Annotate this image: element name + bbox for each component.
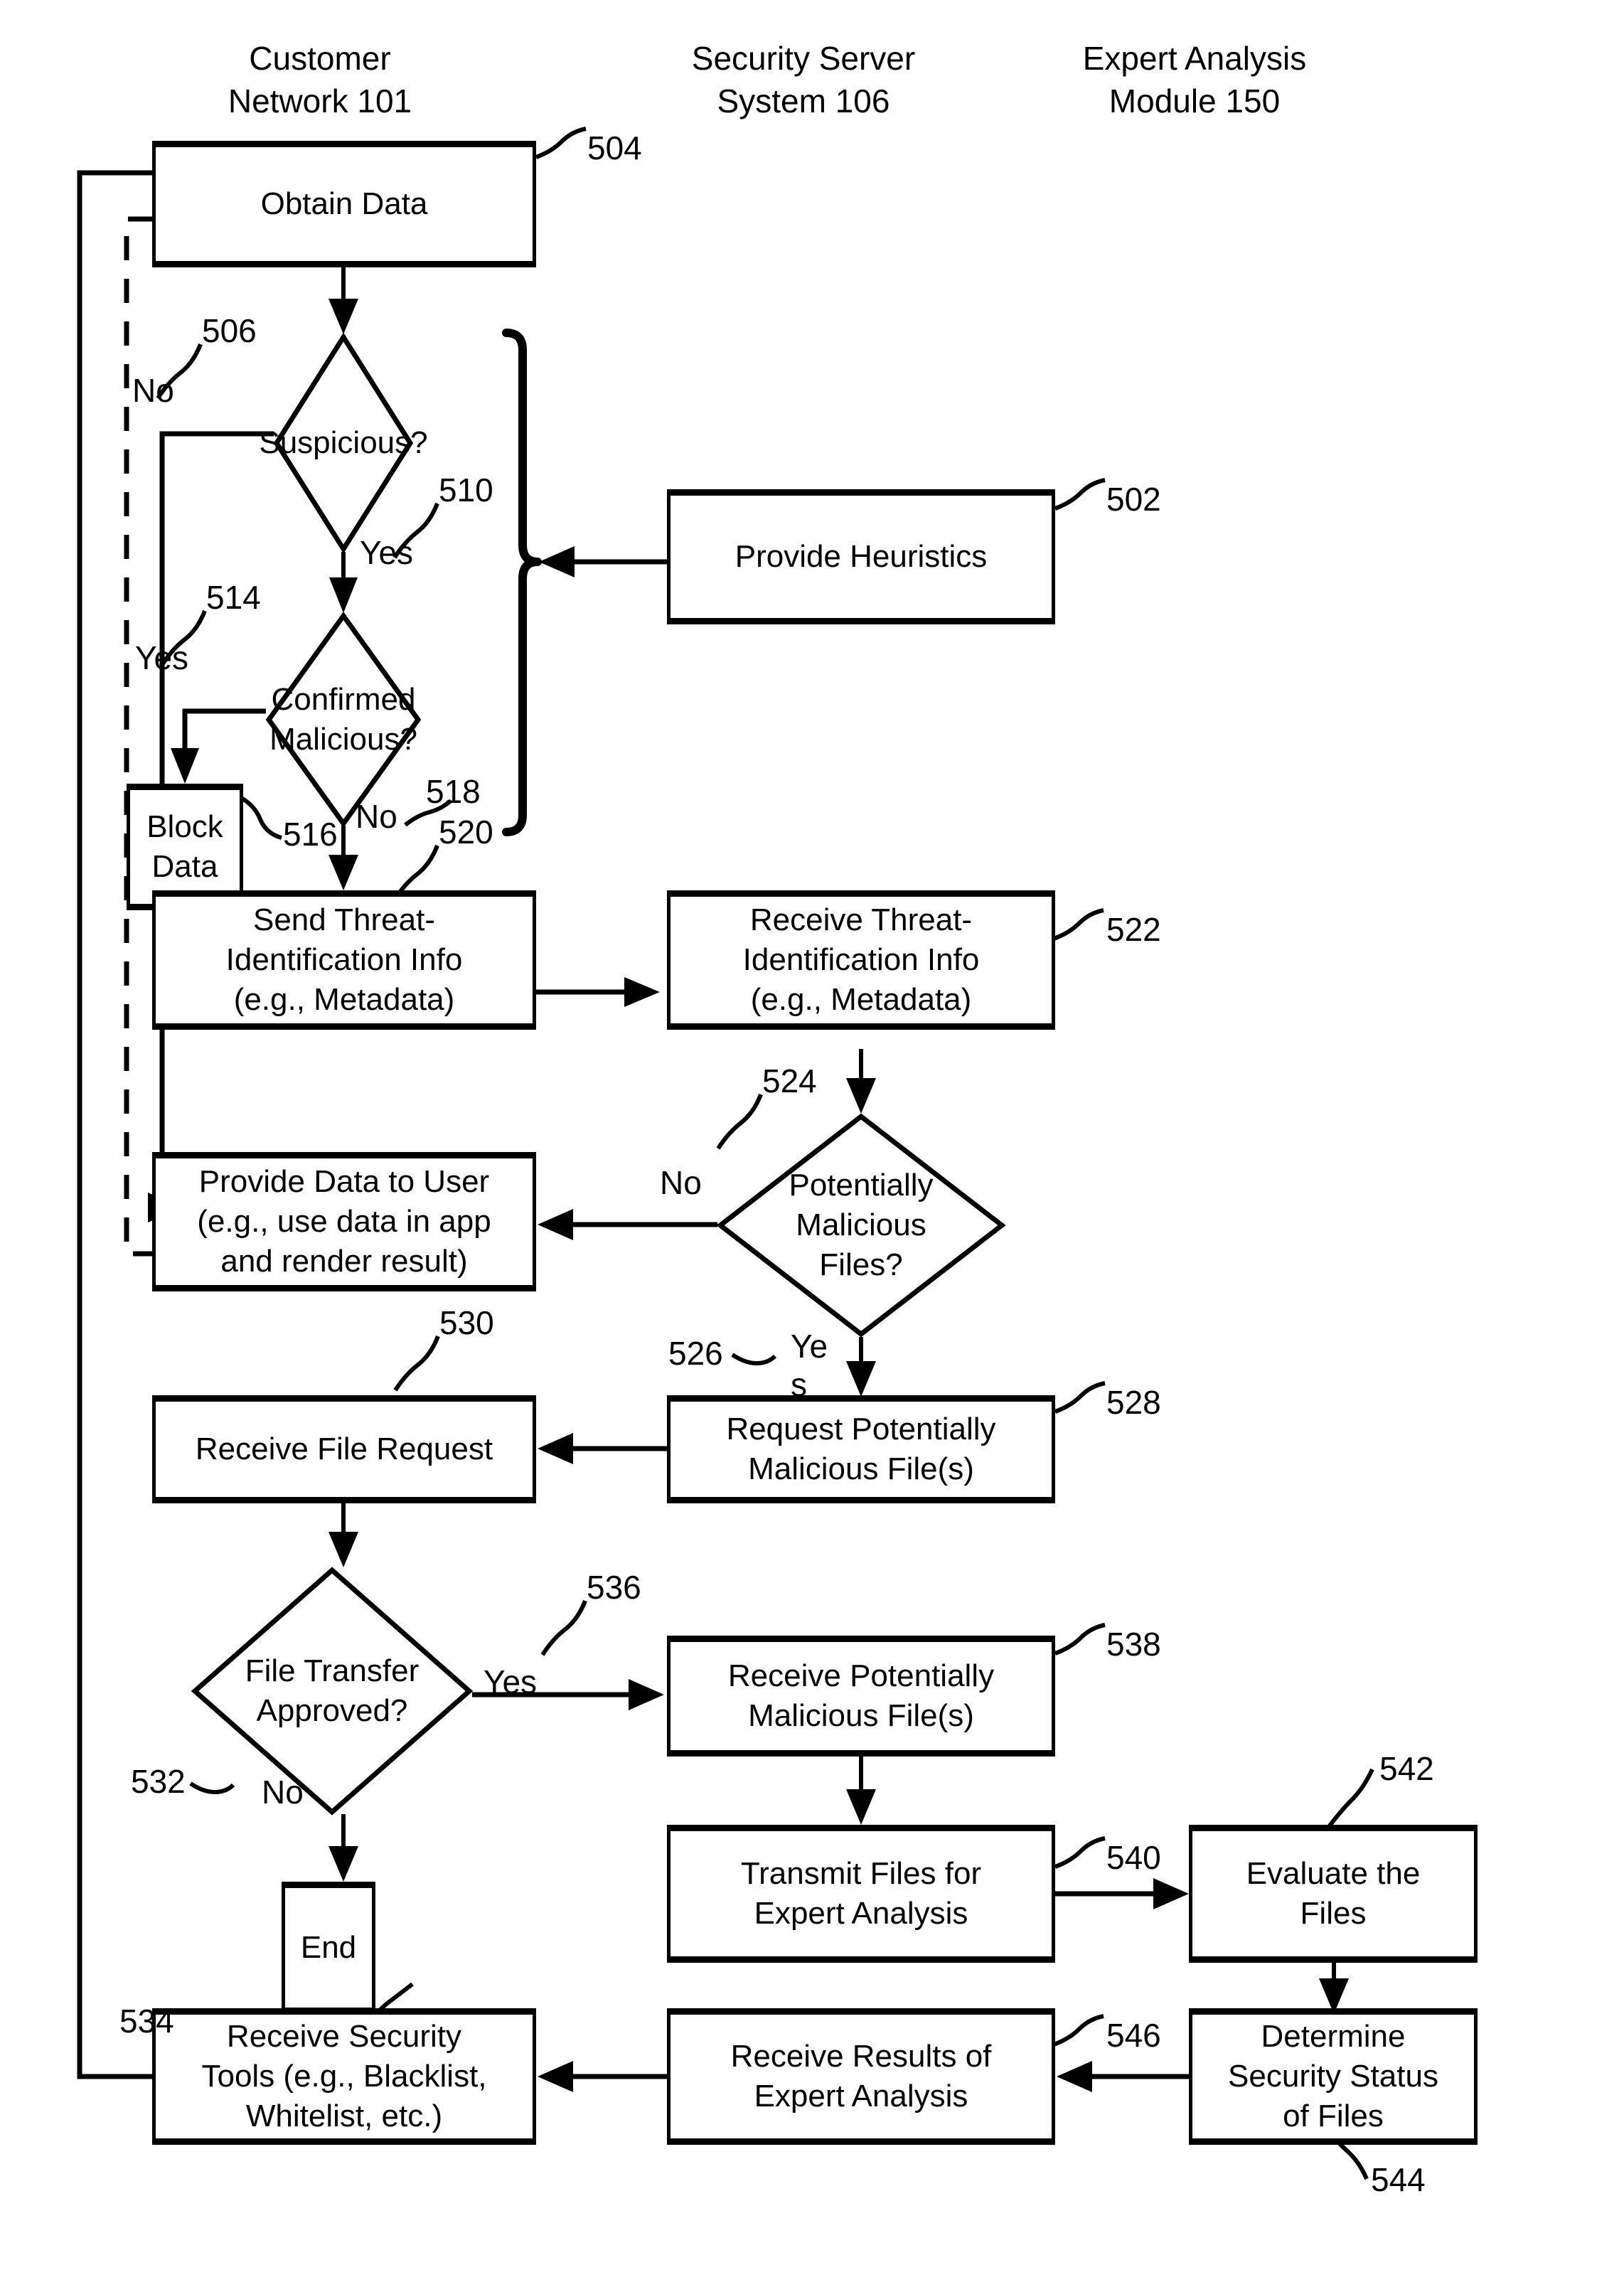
ref-538: 540 [1106, 1839, 1161, 1876]
node-receive-results-of-expert-analysis[interactable]: Receive Results of Expert Analysis [667, 2008, 1055, 2145]
lane-title-security-server: Security Server System 106 [691, 40, 916, 119]
ref-512: 514 [206, 579, 261, 616]
node-file-transfer-approved-decision[interactable]: File Transfer Approved? [191, 1567, 474, 1816]
edge-label-file-transfer-yes: Yes [484, 1663, 538, 1700]
node-potentially-malicious-files-decision[interactable]: Potentially Malicious Files? [716, 1113, 1006, 1338]
node-confirmed-malicious-decision[interactable]: Confirmed Malicious? [265, 612, 422, 828]
node-provide-data-to-user[interactable]: Provide Data to User (e.g., use data in … [152, 1152, 536, 1291]
ref-542: 544 [1371, 2161, 1426, 2198]
ref-534: 536 [587, 1569, 641, 1606]
node-receive-security-tools[interactable]: Receive Security Tools (e.g., Blacklist,… [152, 2008, 536, 2145]
node-provide-heuristics[interactable]: Provide Heuristics [667, 489, 1055, 624]
ref-502: 502 [1106, 481, 1161, 518]
node-send-threat-identification-info[interactable]: Send Threat- Identification Info (e.g., … [152, 890, 536, 1030]
ref-520: 522 [1106, 911, 1161, 948]
edge-label-potentially-malicious-yes: Ye s [791, 1328, 828, 1403]
figure-canvas: Customer Network 101 Security Server Sys… [0, 0, 1624, 2292]
ref-524: 526 [668, 1335, 723, 1372]
node-request-potentially-malicious-files[interactable]: Request Potentially Malicious File(s) [667, 1395, 1055, 1503]
ref-522: 524 [762, 1062, 817, 1099]
ref-514: 516 [283, 816, 338, 853]
edge-label-suspicious-no: No [132, 372, 174, 409]
ref-544: 546 [1106, 2017, 1161, 2054]
node-suspicious-decision[interactable]: Suspicious? [259, 332, 428, 554]
node-determine-security-status-of-files[interactable]: Determine Security Status of Files [1189, 2008, 1478, 2145]
ref-536: 538 [1106, 1626, 1161, 1663]
ref-526: 528 [1106, 1384, 1161, 1421]
node-receive-threat-identification-info[interactable]: Receive Threat- Identification Info (e.g… [667, 890, 1055, 1030]
node-obtain-data[interactable]: Obtain Data [152, 141, 536, 267]
ref-530: 532 [131, 1763, 186, 1800]
ref-504: 504 [587, 129, 642, 166]
node-transmit-files-for-expert-analysis[interactable]: Transmit Files for Expert Analysis [667, 1825, 1055, 1963]
ref-528: 530 [439, 1304, 494, 1341]
ref-516: 518 [426, 773, 481, 810]
ref-506: 506 [202, 312, 257, 349]
edge-label-confirmed-malicious-no: No [356, 798, 397, 835]
ref-532: 534 [119, 2003, 174, 2040]
edge-label-potentially-malicious-no: No [660, 1164, 702, 1201]
ref-540: 542 [1379, 1750, 1434, 1787]
lane-title-expert-analysis: Expert Analysis Module 150 [1082, 40, 1307, 119]
node-receive-potentially-malicious-files[interactable]: Receive Potentially Malicious File(s) [667, 1636, 1055, 1757]
ref-518: 520 [439, 814, 493, 851]
edge-label-confirmed-malicious-yes: Yes [135, 639, 189, 676]
ref-510: 510 [439, 471, 493, 508]
lane-title-customer-network: Customer Network 101 [228, 40, 412, 119]
node-end-terminator[interactable]: End [282, 1882, 375, 2014]
node-evaluate-the-files[interactable]: Evaluate the Files [1189, 1825, 1478, 1963]
edge-label-file-transfer-no: No [262, 1774, 304, 1811]
node-receive-file-request[interactable]: Receive File Request [152, 1395, 536, 1503]
edge-label-suspicious-yes: Yes [360, 534, 414, 571]
